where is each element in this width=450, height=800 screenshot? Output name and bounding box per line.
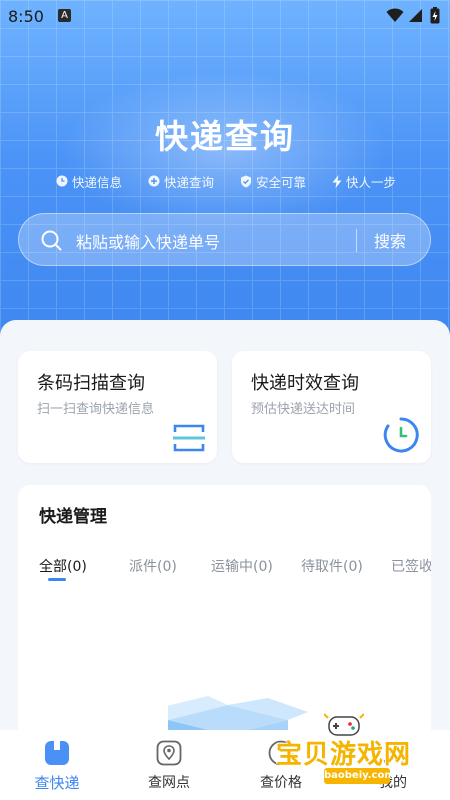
delivery-time-card[interactable]: 快递时效查询 预估快递送达时间 xyxy=(232,351,431,463)
card-subtitle: 扫一扫查询快递信息 xyxy=(37,402,155,417)
nav-label: 查快递 xyxy=(34,774,80,792)
tab-pending-pickup[interactable]: 待取件(0) xyxy=(301,556,363,576)
search-divider xyxy=(356,229,357,252)
shield-check-icon xyxy=(240,175,251,187)
tab-delivering[interactable]: 派件(0) xyxy=(129,556,177,576)
search-icon xyxy=(41,230,62,251)
search-button[interactable]: 搜索 xyxy=(374,228,406,252)
section-title: 快递管理 xyxy=(39,507,107,527)
feature-label: 快人一步 xyxy=(345,174,396,190)
search-bar[interactable]: 粘贴或输入快递单号 搜索 xyxy=(18,213,431,266)
status-bar: 8:50 A xyxy=(0,0,450,32)
timer-icon xyxy=(383,417,419,453)
active-tab-indicator xyxy=(48,578,66,581)
tab-all[interactable]: 全部(0) xyxy=(39,556,87,576)
signal-icon xyxy=(409,9,422,22)
tab-in-transit[interactable]: 运输中(0) xyxy=(211,556,273,576)
package-management-section: 快递管理 全部(0) 派件(0) 运输中(0) 待取件(0) 已签收 xyxy=(18,485,431,745)
scan-icon xyxy=(173,424,205,452)
feature-label: 快递信息 xyxy=(72,174,123,190)
tab-signed[interactable]: 已签收 xyxy=(391,556,431,576)
card-subtitle: 预估快递送达时间 xyxy=(251,402,356,417)
watermark-url: baobeiy.com xyxy=(324,768,395,784)
nav-label: 查网点 xyxy=(148,775,190,791)
watermark-text: 宝贝游戏网 xyxy=(276,740,412,770)
wifi-icon xyxy=(386,8,404,22)
notification-app-icon: A xyxy=(58,9,71,22)
plus-circle-icon xyxy=(148,175,160,187)
nav-item-find-outlet[interactable]: 查网点 xyxy=(124,740,214,792)
search-input[interactable]: 粘贴或输入快递单号 xyxy=(76,229,220,253)
feature-row: 快递信息 快递查询 安全可靠 快人一步 xyxy=(56,172,396,190)
feature-label: 快递查询 xyxy=(163,174,214,190)
card-title: 条码扫描查询 xyxy=(37,373,145,394)
nav-item-query-package[interactable]: 查快递 xyxy=(12,740,102,793)
feature-label: 安全可靠 xyxy=(255,174,306,190)
clock-icon xyxy=(56,175,68,187)
location-pin-icon xyxy=(156,740,182,766)
watermark: 宝贝游戏网 baobeiy.com xyxy=(272,708,442,798)
feature-item: 快递查询 xyxy=(148,172,214,190)
lightning-icon xyxy=(332,174,342,188)
status-time: 8:50 xyxy=(8,7,44,26)
page-title: 快递查询 xyxy=(155,117,295,156)
card-title: 快递时效查询 xyxy=(251,373,359,394)
package-icon xyxy=(45,741,69,765)
feature-item: 快递信息 xyxy=(56,172,122,190)
feature-item: 快人一步 xyxy=(332,172,396,190)
barcode-scan-card[interactable]: 条码扫描查询 扫一扫查询快递信息 xyxy=(18,351,217,463)
feature-item: 安全可靠 xyxy=(240,172,306,190)
status-tabs: 全部(0) 派件(0) 运输中(0) 待取件(0) 已签收 xyxy=(39,556,431,581)
battery-icon xyxy=(430,7,440,24)
